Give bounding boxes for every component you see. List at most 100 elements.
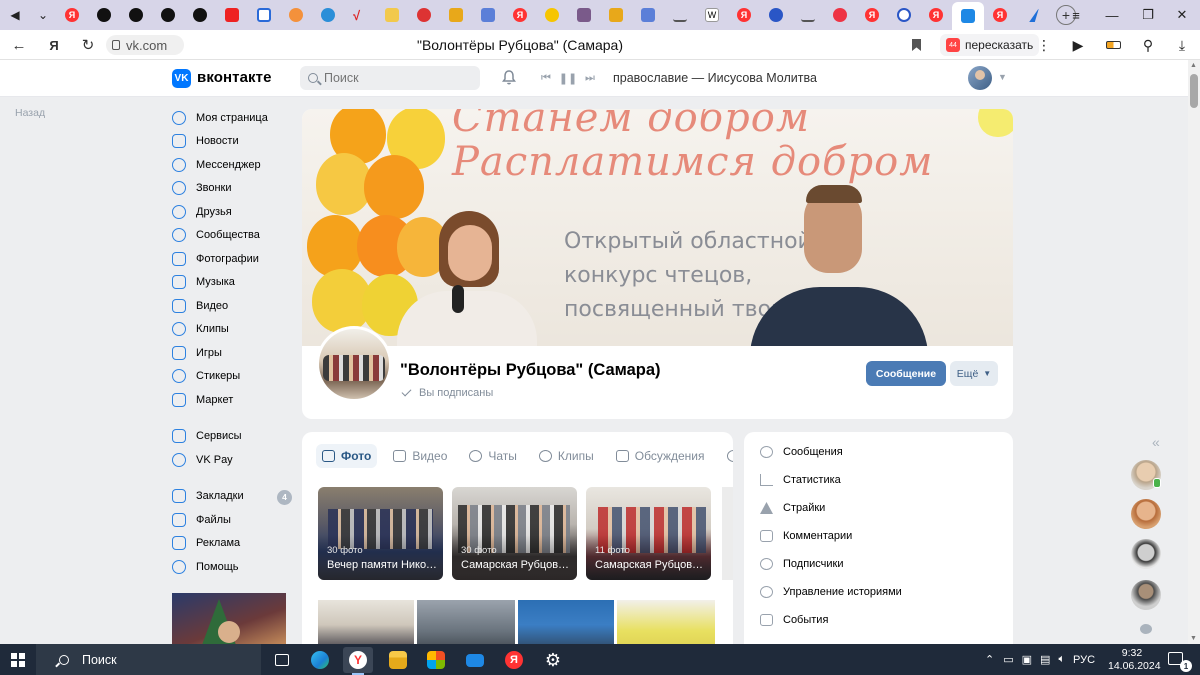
speaker-icon[interactable]: ◀︎	[0, 0, 30, 30]
browser-tab[interactable]	[824, 0, 856, 30]
vk-logo-text[interactable]: вконтакте	[197, 69, 272, 86]
now-playing-title[interactable]: православие — Иисусова Молитва	[613, 71, 817, 85]
browser-tab[interactable]	[888, 0, 920, 30]
more-actions-button[interactable]: Ещё ▼	[950, 361, 998, 386]
browser-tab[interactable]	[408, 0, 440, 30]
chat-avatar[interactable]	[1131, 580, 1161, 610]
media-play-icon[interactable]: ▶	[1068, 35, 1088, 55]
browser-tab[interactable]	[312, 0, 344, 30]
browser-tab-active[interactable]	[952, 2, 984, 30]
browser-tab[interactable]	[248, 0, 280, 30]
tray-chevron-up-icon[interactable]: ⌃	[985, 653, 994, 666]
menu-item-subscribers[interactable]: Подписчики	[760, 558, 844, 570]
sidebar-item-video[interactable]: Видео	[172, 294, 292, 318]
album-card[interactable]: 30 фото Самарская Рубцовская осень	[452, 487, 577, 580]
store-icon[interactable]	[421, 647, 451, 673]
more-vertical-icon[interactable]: ⋮	[1034, 35, 1054, 55]
taskbar-clock[interactable]: 9:32 14.06.2024	[1108, 647, 1161, 673]
browser-tab[interactable]	[664, 0, 696, 30]
chat-avatar[interactable]	[1131, 539, 1161, 569]
tab-more[interactable]: С	[721, 444, 733, 468]
tab-clips[interactable]: Клипы	[533, 444, 600, 468]
tray-volume-icon[interactable]: 🔈︎	[1058, 653, 1065, 666]
sidebar-item-calls[interactable]: Звонки	[172, 177, 292, 201]
sidebar-item-services[interactable]: Сервисы	[172, 425, 292, 449]
browser-tab[interactable]	[152, 0, 184, 30]
browser-tab[interactable]	[568, 0, 600, 30]
vk-logo-icon[interactable]: VK	[172, 69, 191, 88]
browser-tab[interactable]	[472, 0, 504, 30]
scroll-up-icon[interactable]: ▲	[1190, 62, 1197, 69]
browser-tab[interactable]: Я	[504, 0, 536, 30]
sidebar-item-help[interactable]: Помощь	[172, 555, 292, 579]
previous-track-icon[interactable]: ⏮	[540, 72, 552, 84]
windows-start-icon[interactable]	[11, 653, 25, 667]
menu-item-events[interactable]: События	[760, 614, 828, 626]
battery-icon[interactable]	[1103, 35, 1123, 55]
album-card-partial[interactable]	[722, 487, 733, 580]
sidebar-item-communities[interactable]: Сообщества	[172, 224, 292, 248]
subscription-status[interactable]: Вы подписаны	[401, 386, 493, 399]
browser-tab[interactable]	[632, 0, 664, 30]
search-box[interactable]	[300, 66, 480, 90]
sidebar-item-ads[interactable]: Реклама	[172, 532, 292, 556]
album-card[interactable]: 30 фото Вечер памяти Николая Рубцова	[318, 487, 443, 580]
menu-item-statistics[interactable]: Статистика	[760, 474, 841, 486]
browser-tab[interactable]: Я	[56, 0, 88, 30]
browser-menu-icon[interactable]: ≡	[1058, 0, 1094, 30]
minimize-icon[interactable]: —	[1094, 0, 1130, 30]
bell-icon[interactable]	[502, 70, 516, 85]
edge-icon[interactable]	[305, 647, 335, 673]
restore-icon[interactable]: ❐	[1130, 0, 1166, 30]
browser-tab[interactable]	[760, 0, 792, 30]
sidebar-promo-image[interactable]	[172, 593, 286, 645]
taskbar-search[interactable]: Поиск	[36, 644, 261, 675]
chat-avatar[interactable]	[1131, 499, 1161, 529]
sidebar-item-games[interactable]: Игры	[172, 341, 292, 365]
browser-tab[interactable]	[792, 0, 824, 30]
browser-tab[interactable]: Я	[728, 0, 760, 30]
sidebar-item-photos[interactable]: Фотографии	[172, 247, 292, 271]
sidebar-item-messenger[interactable]: Мессенджер	[172, 153, 292, 177]
sidebar-item-vkpay[interactable]: VK Pay	[172, 448, 292, 472]
settings-gear-icon[interactable]: ⚙	[538, 647, 568, 673]
album-card[interactable]: 11 фото Самарская Рубцовская встреча	[586, 487, 711, 580]
sidebar-item-market[interactable]: Маркет	[172, 388, 292, 412]
yandex-home-icon[interactable]: Я	[43, 35, 65, 55]
browser-tab[interactable]	[216, 0, 248, 30]
back-link[interactable]: Назад	[15, 107, 45, 119]
browser-tab[interactable]	[376, 0, 408, 30]
back-arrow-icon[interactable]: ←	[8, 35, 30, 55]
browser-tab[interactable]	[600, 0, 632, 30]
menu-item-strikes[interactable]: Страйки	[760, 502, 825, 514]
retell-button[interactable]: 44 пересказать	[940, 34, 1040, 56]
browser-tab[interactable]	[1016, 0, 1048, 30]
browser-tab[interactable]: Я	[920, 0, 952, 30]
tab-photo[interactable]: Фото	[316, 444, 378, 468]
close-icon[interactable]: ✕	[1164, 0, 1200, 30]
tab-chats[interactable]: Чаты	[463, 444, 523, 468]
sidebar-item-music[interactable]: Музыка	[172, 271, 292, 295]
url-field[interactable]: vk.com	[106, 35, 184, 55]
yandex-app-icon[interactable]: Я	[499, 647, 529, 673]
community-cover-image[interactable]: Станем добром Расплатимся добром Открыты…	[302, 109, 1013, 346]
scrollbar-thumb[interactable]	[1190, 74, 1198, 108]
search-input[interactable]	[324, 71, 464, 85]
tab-video[interactable]: Видео	[387, 444, 453, 468]
pause-icon[interactable]: ❚❚	[559, 72, 577, 85]
yandex-browser-icon[interactable]: Y	[343, 647, 373, 675]
browser-tab[interactable]	[88, 0, 120, 30]
menu-item-stories[interactable]: Управление историями	[760, 586, 902, 598]
reload-icon[interactable]: ↻	[77, 35, 99, 55]
task-view-icon[interactable]	[267, 647, 297, 673]
bookmark-icon[interactable]	[912, 39, 921, 51]
send-message-button[interactable]: Сообщение	[866, 361, 946, 386]
next-track-icon[interactable]: ⏭	[584, 72, 596, 84]
tabs-menu-chevron-icon[interactable]: ⌄	[30, 0, 56, 30]
sidebar-item-files[interactable]: Файлы	[172, 508, 292, 532]
sidebar-item-clips[interactable]: Клипы	[172, 318, 292, 342]
menu-item-messages[interactable]: Сообщения	[760, 446, 843, 458]
sidebar-item-my-page[interactable]: Моя страница	[172, 106, 292, 130]
extensions-icon[interactable]: ⚲	[1138, 35, 1158, 55]
community-avatar[interactable]	[316, 326, 392, 402]
